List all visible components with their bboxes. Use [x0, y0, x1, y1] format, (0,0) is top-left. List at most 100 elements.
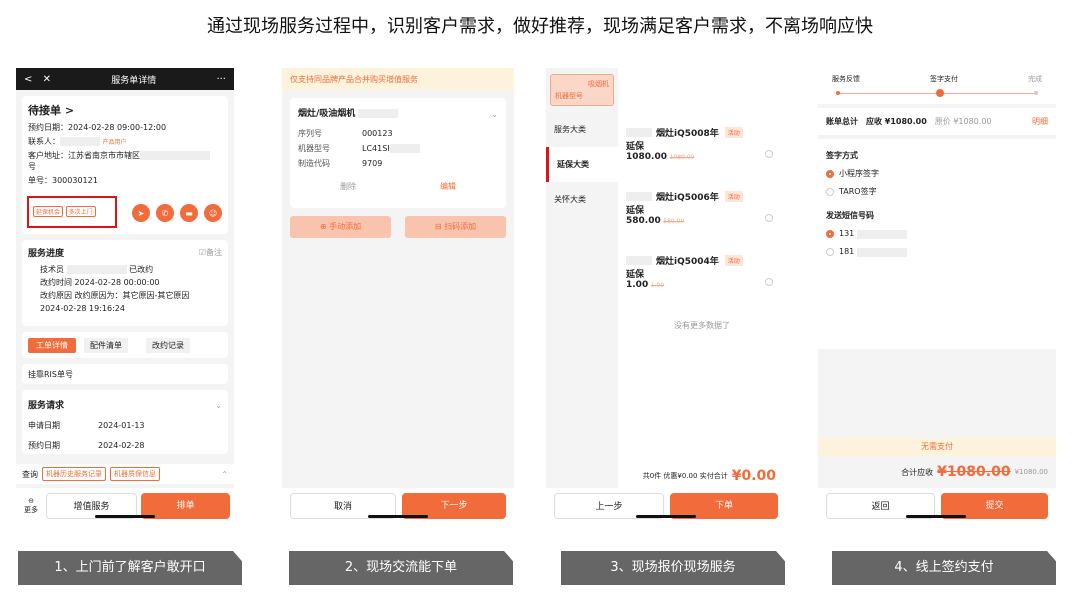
field-value: LC41SI [362, 144, 390, 153]
warranty-button[interactable]: 机器质保信息 [110, 467, 160, 481]
item-list: 烟灶iQ5008年 活动 延保 1080.00 1080.00 烟灶iQ5006年… [626, 126, 778, 331]
navigate-icon[interactable]: ➤ [132, 204, 150, 222]
technician-label: 技术员 [40, 265, 64, 274]
step-dot [1034, 91, 1038, 95]
sms-number: 131 [839, 229, 855, 238]
radio-selected[interactable] [826, 230, 834, 238]
field-label: 机器型号 [298, 144, 330, 153]
scan-add-button[interactable]: ⊟ 扫码添加 [405, 216, 506, 238]
sms-option[interactable]: 181 [826, 243, 1048, 261]
promo-tag: 活动 [724, 191, 743, 202]
field-value: 9709 [362, 159, 383, 168]
masked-product [357, 109, 398, 118]
edit-button[interactable]: 编辑 [440, 179, 456, 194]
chat-icon[interactable]: ☺ [204, 204, 222, 222]
chance-tag: 延保机会 [33, 206, 64, 217]
sum-small: ¥1080.00 [1014, 468, 1048, 476]
summary-bar: 共0件 优惠¥0.00 实付合计 ¥0.00 [546, 468, 786, 484]
field-label: 序列号 [298, 129, 322, 138]
item-radio[interactable] [765, 278, 773, 286]
item-line2: 延保 [626, 270, 645, 280]
phone-icon[interactable]: ✆ [156, 204, 174, 222]
product-name: 烟灶/吸油烟机 [298, 109, 356, 119]
order-card: 待接单 > 预约日期：2024-02-28 09:00-12:00 联系人： 产… [22, 96, 228, 234]
manual-add-button[interactable]: ⊕ 手动添加 [290, 216, 391, 238]
list-item[interactable]: 烟灶iQ5008年 活动 延保 1080.00 1080.00 [626, 126, 778, 190]
delete-button[interactable]: 删除 [340, 179, 356, 194]
sign-option[interactable]: 小程序签字 [826, 165, 1048, 183]
sign-option[interactable]: TARO签字 [826, 183, 1048, 201]
item-radio[interactable] [765, 150, 773, 158]
radio[interactable] [826, 248, 834, 256]
radio[interactable] [826, 188, 834, 196]
headline: 通过现场服务过程中，识别客户需求，做好推荐，现场满足客户需求，不离场响应快 [207, 16, 873, 37]
list-item[interactable]: 烟灶iQ5006年 活动 延保 580.00 580.00 [626, 190, 778, 254]
item-name: 烟灶iQ5008年 [656, 129, 719, 139]
menu-warranty[interactable]: 延保大类 [546, 147, 618, 182]
machine-tag-text: 吸烟机 [588, 80, 609, 88]
item-line2: 延保 [626, 142, 645, 152]
tab-order-detail[interactable]: 工单详情 [28, 337, 76, 353]
order-status[interactable]: 待接单 > [28, 102, 222, 118]
appointment-date: 预约日期：2024-02-28 09:00-12:00 [28, 123, 167, 132]
sum-bar: 合计应收 ¥1080.00 ¥1080.00 [818, 464, 1056, 480]
highlight-box: 延保机会 多次上门 [27, 196, 117, 228]
change-reason: 改约原因 改约原因为：其它原因-其它原因 [40, 291, 190, 300]
no-more-text: 没有更多数据了 [674, 321, 730, 330]
more-icon[interactable]: ··· [216, 74, 226, 85]
sign-title: 签字方式 [826, 151, 858, 160]
history-button[interactable]: 机器历史服务记录 [42, 467, 106, 481]
query-label: 查询 [22, 469, 38, 479]
tab-change-record[interactable]: 改约记录 [146, 337, 190, 353]
action-icons: ➤ ✆ ▬ ☺ [132, 204, 222, 222]
tab-bar: 工单详情 配件清单 改约记录 [22, 332, 228, 358]
masked-brand [626, 256, 652, 265]
notice-bar: 仅支持同品牌产品合并购买增值服务 [282, 68, 514, 90]
chevron-up-icon[interactable]: ⌃ [221, 470, 228, 479]
phone-quote: 吸烟机 机器型号 服务大类 延保大类 关怀大类 烟灶iQ5008年 活动 延保 1… [546, 68, 786, 524]
bottom-bar: 取消 下一步 [282, 488, 514, 524]
sms-option[interactable]: 131 [826, 225, 1048, 243]
masked-phone [857, 229, 908, 239]
item-name: 烟灶iQ5006年 [656, 193, 719, 203]
menu-care[interactable]: 关怀大类 [546, 182, 618, 217]
phone-service-detail: < ✕ 服务单详情 ··· 待接单 > 预约日期：2024-02-28 09:0… [16, 68, 234, 524]
item-radio[interactable] [765, 214, 773, 222]
item-price: 1.00 [626, 280, 649, 290]
list-item[interactable]: 烟灶iQ5004年 活动 延保 1.00 1.00 [626, 254, 778, 318]
radio-selected[interactable] [826, 170, 834, 178]
machine-tag[interactable]: 吸烟机 机器型号 [550, 74, 614, 106]
field-value: 000123 [362, 129, 393, 138]
close-icon[interactable]: ✕ [43, 74, 51, 85]
query-bar: 查询 机器历史服务记录 机器质保信息 ⌃ [16, 464, 234, 484]
left-menu: 吸烟机 机器型号 服务大类 延保大类 关怀大类 [546, 68, 618, 488]
sms-title: 发送短信号码 [826, 211, 874, 220]
caption-step-4: 4、线上签约支付 [832, 551, 1056, 585]
back-icon[interactable]: < [24, 74, 32, 85]
tab-parts[interactable]: 配件清单 [84, 337, 128, 353]
item-old-price: 1.00 [650, 282, 665, 289]
sms-number: 181 [839, 247, 855, 256]
chevron-down-icon[interactable]: ⌄ [491, 107, 498, 122]
step-label: 完成 [1028, 75, 1042, 83]
chevron-down-icon[interactable]: ⌄ [215, 396, 222, 416]
item-old-price: 580.00 [663, 218, 685, 225]
more-label: 更多 [24, 506, 38, 514]
phone-sign-pay: 服务反馈 签字支付 完成 账单总计 应收 ¥1080.00 原价 ¥1080.0… [818, 68, 1056, 524]
product-user-tag: 产品用户 [102, 139, 127, 146]
menu-service[interactable]: 服务大类 [546, 112, 618, 147]
item-name: 烟灶iQ5004年 [656, 257, 719, 267]
more-button[interactable]: ⊖ 更多 [20, 497, 42, 515]
bill-label: 账单总计 [826, 117, 858, 126]
request-title: 服务请求 [28, 401, 65, 411]
progress-card: 服务进度 ☑备注 技术员 已改约 改约时间 2024-02-28 00:00:0… [22, 240, 228, 326]
remark-button[interactable]: ☑备注 [199, 247, 222, 258]
contact-label: 联系人： [28, 137, 60, 146]
bill-detail-link[interactable]: 明细 [1032, 116, 1048, 127]
home-indicator [368, 515, 428, 518]
home-indicator [636, 515, 696, 518]
product-card: 烟灶/吸油烟机 ⌄ 序列号 000123 机器型号 LC41SI 制造代码 9709 … [290, 98, 506, 208]
message-icon[interactable]: ▬ [180, 204, 198, 222]
masked-address [140, 151, 210, 160]
address-line2: 号 [28, 162, 36, 171]
